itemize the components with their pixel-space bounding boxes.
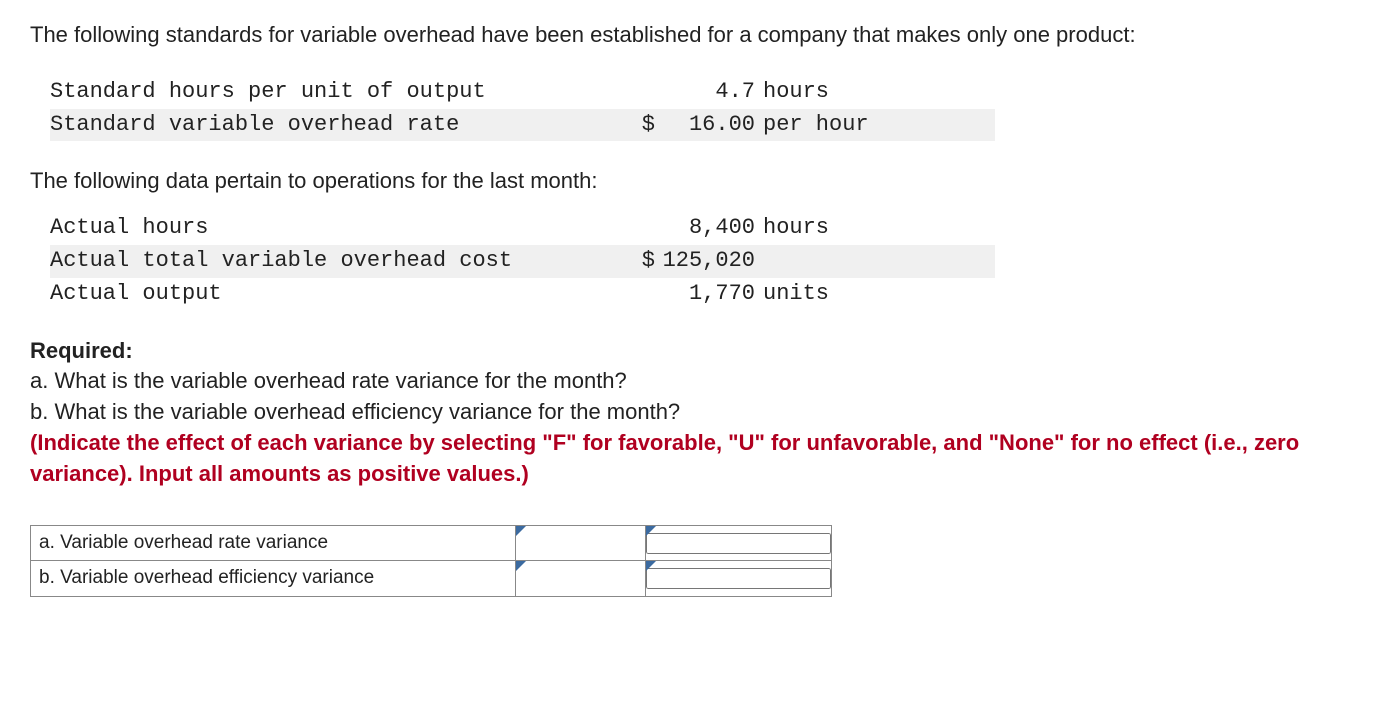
actual-unit <box>755 245 995 278</box>
actual-value: 1,770 <box>655 278 755 311</box>
actual-value: 125,020 <box>655 245 755 278</box>
instruction-text: (Indicate the effect of each variance by… <box>30 430 1299 486</box>
actual-label: Actual output <box>50 278 630 311</box>
standard-label: Standard variable overhead rate <box>50 109 630 142</box>
table-row: Standard hours per unit of output 4.7 ho… <box>50 76 995 109</box>
required-heading: Required: <box>30 338 133 363</box>
question-a: a. What is the variable overhead rate va… <box>30 368 627 393</box>
currency-symbol <box>630 278 655 311</box>
currency-symbol <box>630 212 655 245</box>
mid-paragraph: The following data pertain to operations… <box>30 166 1345 197</box>
answer-b-label: b. Variable overhead efficiency variance <box>31 561 516 597</box>
standard-label: Standard hours per unit of output <box>50 76 630 109</box>
standard-unit: per hour <box>755 109 995 142</box>
answer-b-amount-cell[interactable] <box>516 561 646 597</box>
answer-a-effect-cell[interactable] <box>646 525 832 561</box>
question-b: b. What is the variable overhead efficie… <box>30 399 680 424</box>
table-row: Actual total variable overhead cost $ 12… <box>50 245 995 278</box>
answer-b-effect-cell[interactable] <box>646 561 832 597</box>
table-row: Actual output 1,770 units <box>50 278 995 311</box>
answer-a-amount-cell[interactable] <box>516 525 646 561</box>
required-section: Required: a. What is the variable overhe… <box>30 336 1345 490</box>
answer-a-amount-input[interactable] <box>516 526 645 561</box>
currency-symbol: $ <box>630 109 655 142</box>
table-row: a. Variable overhead rate variance <box>31 525 832 561</box>
standard-value: 16.00 <box>655 109 755 142</box>
standards-table: Standard hours per unit of output 4.7 ho… <box>50 76 995 142</box>
answer-table: a. Variable overhead rate variance b. Va… <box>30 525 832 597</box>
currency-symbol <box>630 76 655 109</box>
actual-label: Actual total variable overhead cost <box>50 245 630 278</box>
actual-label: Actual hours <box>50 212 630 245</box>
actual-value: 8,400 <box>655 212 755 245</box>
standard-value: 4.7 <box>655 76 755 109</box>
table-row: Actual hours 8,400 hours <box>50 212 995 245</box>
answer-b-amount-input[interactable] <box>516 561 645 596</box>
actual-unit: hours <box>755 212 995 245</box>
answer-section: a. Variable overhead rate variance b. Va… <box>30 525 1345 597</box>
standard-unit: hours <box>755 76 995 109</box>
intro-paragraph: The following standards for variable ove… <box>30 20 1345 51</box>
answer-a-label: a. Variable overhead rate variance <box>31 525 516 561</box>
actuals-table: Actual hours 8,400 hours Actual total va… <box>50 212 995 310</box>
table-row: b. Variable overhead efficiency variance <box>31 561 832 597</box>
actual-unit: units <box>755 278 995 311</box>
answer-a-effect-input[interactable] <box>646 533 831 554</box>
table-row: Standard variable overhead rate $ 16.00 … <box>50 109 995 142</box>
currency-symbol: $ <box>630 245 655 278</box>
answer-b-effect-input[interactable] <box>646 568 831 589</box>
